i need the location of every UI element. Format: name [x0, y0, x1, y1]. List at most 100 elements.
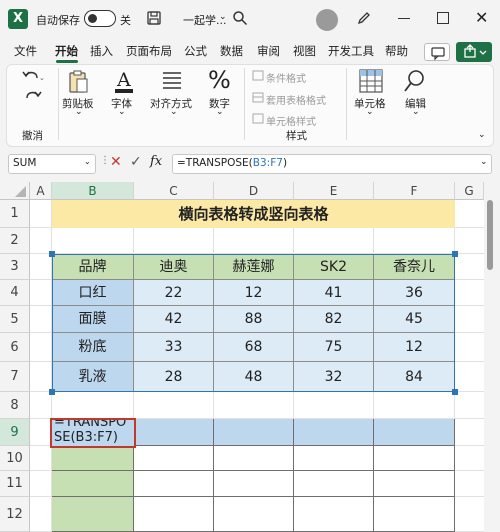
target-cell[interactable]	[374, 446, 455, 471]
target-cell[interactable]	[134, 446, 214, 471]
tab-data[interactable]: 数据	[220, 43, 243, 59]
edit-cell-text-line2: SE(B3:F7)	[54, 430, 118, 445]
row-header-4[interactable]: 4	[0, 280, 30, 306]
column-header-e[interactable]: E	[294, 182, 374, 200]
minimize-icon[interactable]	[398, 18, 410, 19]
target-cell[interactable]	[52, 497, 134, 532]
autosave-toggle[interactable]	[84, 10, 116, 27]
chevron-down-icon[interactable]: ⌄	[219, 12, 227, 22]
cells-icon[interactable]	[358, 68, 384, 94]
comment-icon	[431, 47, 445, 61]
search-icon[interactable]	[232, 10, 248, 26]
range-handle[interactable]	[49, 389, 55, 395]
column-header-b[interactable]: B	[52, 182, 134, 200]
cell-style-icon	[252, 113, 264, 124]
chevron-down-icon[interactable]: ⌄	[412, 107, 420, 117]
target-cell[interactable]	[214, 446, 294, 471]
row-header-5[interactable]: 5	[0, 306, 30, 333]
range-handle[interactable]	[452, 389, 458, 395]
tab-help[interactable]: 帮助	[385, 43, 408, 59]
sheet-title-cell[interactable]: 横向表格转成竖向表格	[52, 200, 455, 228]
chevron-down-icon[interactable]: ⌄	[478, 130, 486, 140]
table-format-label[interactable]: 套用表格格式	[266, 92, 326, 107]
corner-triangle-icon	[15, 186, 26, 197]
close-icon[interactable]: ✕	[475, 8, 488, 27]
conditional-format-label[interactable]: 条件格式	[266, 70, 306, 85]
target-cell[interactable]	[214, 471, 294, 497]
target-cell[interactable]	[294, 497, 374, 532]
active-tab-indicator	[56, 60, 78, 63]
undo-icon[interactable]: ⌄	[20, 68, 44, 86]
tab-formulas[interactable]: 公式	[184, 43, 207, 59]
tab-view[interactable]: 视图	[293, 43, 316, 59]
font-icon[interactable]: A	[112, 66, 136, 96]
chevron-down-icon[interactable]: ⌄	[84, 157, 91, 166]
column-header-f[interactable]: F	[374, 182, 455, 200]
target-cell[interactable]	[374, 471, 455, 497]
tab-developer[interactable]: 开发工具	[328, 43, 374, 59]
avatar[interactable]	[316, 9, 338, 31]
column-header-c[interactable]: C	[134, 182, 214, 200]
cancel-icon[interactable]: ✕	[110, 154, 122, 170]
row-header-8[interactable]: 8	[0, 392, 30, 419]
target-cell[interactable]	[52, 471, 134, 497]
svg-text:⌄: ⌄	[39, 74, 44, 82]
target-cell[interactable]	[294, 471, 374, 497]
active-edit-cell[interactable]: =TRANSPO SE(B3:F7)	[50, 418, 136, 448]
column-header-g[interactable]: G	[455, 182, 484, 200]
target-cell[interactable]	[134, 497, 214, 532]
share-icon	[464, 44, 487, 58]
maximize-icon[interactable]	[437, 12, 449, 24]
target-cell[interactable]	[294, 446, 374, 471]
tab-insert[interactable]: 插入	[90, 43, 113, 59]
comments-button[interactable]	[424, 43, 450, 61]
target-cell[interactable]	[52, 446, 134, 471]
row-header-9[interactable]: 9	[0, 419, 30, 446]
search-icon[interactable]	[402, 68, 428, 94]
tab-page-layout[interactable]: 页面布局	[126, 43, 172, 59]
row-header-1[interactable]: 1	[0, 200, 30, 228]
insert-function-icon[interactable]: fx	[150, 154, 162, 169]
chevron-down-icon[interactable]: ⌄	[75, 107, 83, 117]
target-cell[interactable]	[214, 419, 294, 446]
divider	[244, 68, 245, 140]
row-header-2[interactable]: 2	[0, 228, 30, 254]
row-header-3[interactable]: 3	[0, 254, 30, 280]
percent-icon[interactable]: %	[208, 66, 231, 94]
align-icon[interactable]	[160, 70, 184, 92]
range-handle[interactable]	[49, 251, 55, 257]
chevron-down-icon[interactable]: ⌄	[366, 107, 374, 117]
row-header-11[interactable]: 11	[0, 471, 30, 497]
row-header-7[interactable]: 7	[0, 362, 30, 392]
target-cell[interactable]	[134, 471, 214, 497]
row-header-10[interactable]: 10	[0, 446, 30, 471]
target-cell[interactable]	[214, 497, 294, 532]
row-header-6[interactable]: 6	[0, 333, 30, 362]
chevron-down-icon[interactable]: ⌄	[216, 107, 224, 117]
check-icon[interactable]: ✓	[130, 154, 142, 170]
target-cell[interactable]	[134, 419, 214, 446]
save-icon[interactable]	[146, 10, 162, 26]
pen-icon[interactable]	[356, 10, 372, 26]
range-handle[interactable]	[452, 251, 458, 257]
column-header-a[interactable]: A	[30, 182, 52, 200]
target-cell[interactable]	[294, 419, 374, 446]
clipboard-icon[interactable]	[64, 68, 92, 96]
chevron-down-icon[interactable]: ⌄	[480, 157, 488, 167]
tab-file[interactable]: 文件	[14, 43, 37, 59]
chevron-down-icon[interactable]: ⌄	[170, 107, 178, 117]
column-header-d[interactable]: D	[214, 182, 294, 200]
row-header-12[interactable]: 12	[0, 497, 30, 532]
source-table[interactable]	[52, 254, 455, 392]
tab-review[interactable]: 审阅	[257, 43, 280, 59]
select-all-corner[interactable]	[0, 182, 30, 200]
target-cell[interactable]	[374, 497, 455, 532]
redo-icon[interactable]	[20, 88, 44, 106]
share-button[interactable]	[456, 42, 492, 62]
tab-home[interactable]: 开始	[55, 43, 78, 59]
more-icon[interactable]: ⋮	[100, 155, 110, 166]
scrollbar-thumb[interactable]	[487, 200, 493, 270]
target-cell[interactable]	[374, 419, 455, 446]
cell-style-label[interactable]: 单元格样式	[266, 113, 316, 128]
chevron-down-icon[interactable]: ⌄	[118, 107, 126, 117]
